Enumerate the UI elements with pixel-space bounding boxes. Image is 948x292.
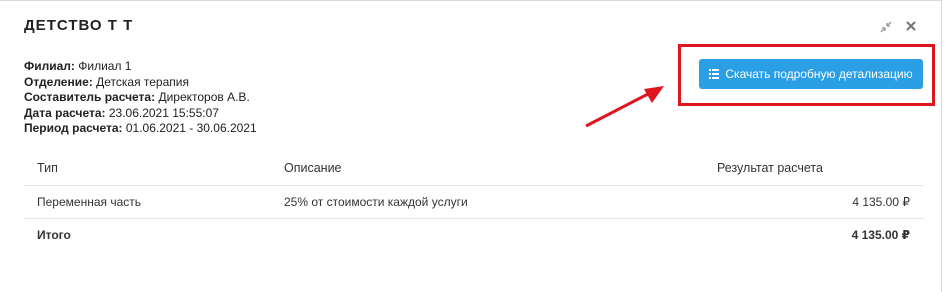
download-details-label: Скачать подробную детализацию [725, 67, 913, 81]
column-header-type: Тип [37, 161, 58, 175]
info-author: Составитель расчета: Директоров А.В. [24, 90, 250, 104]
table-row: Переменная часть 25% от стоимости каждой… [24, 185, 924, 219]
info-date: Дата расчета: 23.06.2021 15:55:07 [24, 105, 219, 120]
total-label: Итого [24, 218, 271, 251]
column-header-result: Результат расчета [717, 161, 823, 175]
info-branch: Филиал: Филиал 1 [24, 59, 132, 73]
table-total-row: Итого 4 135.00 ₽ [24, 218, 924, 251]
cell-type: Переменная часть [24, 185, 271, 219]
total-description [271, 218, 704, 251]
collapse-icon[interactable] [880, 21, 892, 35]
annotation-arrow-icon [585, 86, 664, 128]
total-result: 4 135.00 ₽ [704, 218, 924, 251]
results-table: Тип Описание Результат расчета Переменна… [24, 151, 924, 251]
cell-result: 4 135.00 ₽ [704, 185, 924, 219]
info-department: Отделение: Детская терапия [24, 74, 189, 89]
download-details-button[interactable]: Скачать подробную детализацию [699, 59, 923, 89]
info-period: Период расчета: 01.06.2021 - 30.06.2021 [24, 121, 257, 135]
calculation-modal: ДЕТСТВО Т Т Филиал: Филиал 1 Отделение: … [0, 0, 942, 292]
table-header-row: Тип Описание Результат расчета [24, 151, 924, 186]
column-header-description: Описание [284, 161, 342, 175]
calculation-info: Филиал: Филиал 1 Отделение: Детская тера… [24, 59, 257, 137]
modal-title: ДЕТСТВО Т Т [24, 17, 134, 34]
list-icon [709, 69, 719, 79]
cell-description: 25% от стоимости каждой услуги [271, 185, 704, 219]
close-icon[interactable] [905, 19, 917, 33]
